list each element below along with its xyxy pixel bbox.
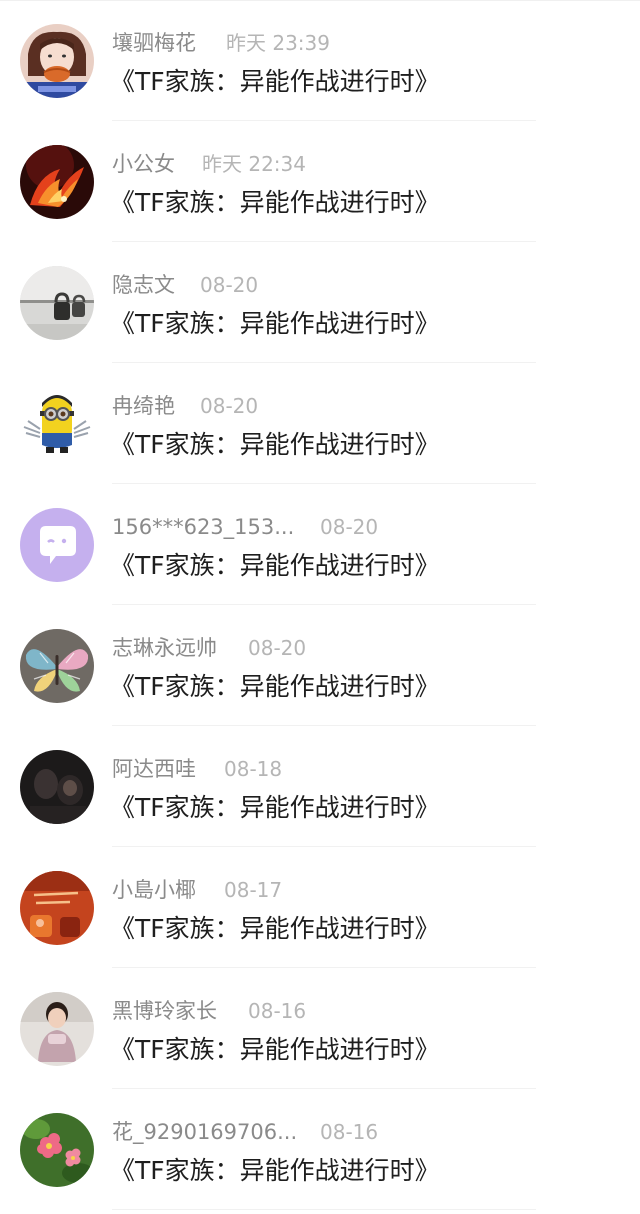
username[interactable]: 志琳永远帅 xyxy=(112,633,217,663)
comment-title[interactable]: 《TF家族：异能作战进行时》 xyxy=(110,1032,440,1068)
fire-phoenix-avatar[interactable] xyxy=(20,145,94,219)
username[interactable]: 壤驷梅花 xyxy=(112,28,196,58)
comment-title[interactable]: 《TF家族：异能作战进行时》 xyxy=(110,790,440,826)
username[interactable]: 花_9290169706... xyxy=(112,1117,297,1147)
list-item[interactable]: 小公女 昨天 22:34 《TF家族：异能作战进行时》 xyxy=(0,121,640,242)
comment-meta: 156***623_153... 08-20 xyxy=(112,512,378,542)
list-item[interactable]: 156***623_153... 08-20 《TF家族：异能作战进行时》 xyxy=(0,484,640,605)
dark-photo-avatar[interactable] xyxy=(20,750,94,824)
comment-meta: 隐志文 08-20 xyxy=(112,270,258,300)
comment-title[interactable]: 《TF家族：异能作战进行时》 xyxy=(110,306,440,342)
username[interactable]: 阿达西哇 xyxy=(112,754,196,784)
child-photo-avatar[interactable] xyxy=(20,992,94,1066)
comment-meta: 小公女 昨天 22:34 xyxy=(112,149,306,179)
comment-meta: 壤驷梅花 昨天 23:39 xyxy=(112,28,330,58)
list-item[interactable]: 隐志文 08-20 《TF家族：异能作战进行时》 xyxy=(0,242,640,363)
timestamp: 昨天 22:34 xyxy=(202,152,306,176)
comment-title[interactable]: 《TF家族：异能作战进行时》 xyxy=(110,548,440,584)
padlock-avatar[interactable] xyxy=(20,266,94,340)
comment-title[interactable]: 《TF家族：异能作战进行时》 xyxy=(110,185,440,221)
username[interactable]: 小島小椰 xyxy=(112,875,196,905)
timestamp: 08-20 xyxy=(320,515,379,539)
minion-avatar[interactable] xyxy=(20,387,94,461)
butterfly-avatar[interactable] xyxy=(20,629,94,703)
comment-meta: 小島小椰 08-17 xyxy=(112,875,282,905)
username[interactable]: 黑博玲家长 xyxy=(112,996,217,1026)
username[interactable]: 隐志文 xyxy=(112,270,175,300)
comment-meta: 阿达西哇 08-18 xyxy=(112,754,282,784)
comment-title[interactable]: 《TF家族：异能作战进行时》 xyxy=(110,669,440,705)
timestamp: 08-20 xyxy=(200,394,259,418)
girl-with-fruit-avatar[interactable] xyxy=(20,24,94,98)
comment-title[interactable]: 《TF家族：异能作战进行时》 xyxy=(110,64,440,100)
username[interactable]: 冉绮艳 xyxy=(112,391,175,421)
comment-title[interactable]: 《TF家族：异能作战进行时》 xyxy=(110,427,440,463)
timestamp: 08-18 xyxy=(224,757,283,781)
pink-flower-avatar[interactable] xyxy=(20,1113,94,1187)
comment-meta: 冉绮艳 08-20 xyxy=(112,391,258,421)
username[interactable]: 小公女 xyxy=(112,149,175,179)
comment-title[interactable]: 《TF家族：异能作战进行时》 xyxy=(110,1153,440,1189)
default-chat-bubble-avatar[interactable] xyxy=(20,508,94,582)
list-item[interactable]: 阿达西哇 08-18 《TF家族：异能作战进行时》 xyxy=(0,726,640,847)
comment-title[interactable]: 《TF家族：异能作战进行时》 xyxy=(110,911,440,947)
comment-meta: 黑博玲家长 08-16 xyxy=(112,996,306,1026)
timestamp: 08-16 xyxy=(320,1120,379,1144)
timestamp: 08-16 xyxy=(248,999,307,1023)
divider xyxy=(112,1209,536,1210)
list-item[interactable]: 黑博玲家长 08-16 《TF家族：异能作战进行时》 xyxy=(0,968,640,1089)
comment-list: 壤驷梅花 昨天 23:39 《TF家族：异能作战进行时》 小公女 昨天 22:3… xyxy=(0,0,640,1210)
red-poster-avatar[interactable] xyxy=(20,871,94,945)
list-item[interactable]: 冉绮艳 08-20 《TF家族：异能作战进行时》 xyxy=(0,363,640,484)
timestamp: 昨天 23:39 xyxy=(226,31,330,55)
timestamp: 08-20 xyxy=(248,636,307,660)
list-item[interactable]: 小島小椰 08-17 《TF家族：异能作战进行时》 xyxy=(0,847,640,968)
list-item[interactable]: 花_9290169706... 08-16 《TF家族：异能作战进行时》 xyxy=(0,1089,640,1210)
comment-meta: 花_9290169706... 08-16 xyxy=(112,1117,378,1147)
timestamp: 08-17 xyxy=(224,878,283,902)
username[interactable]: 156***623_153... xyxy=(112,512,294,542)
list-item[interactable]: 壤驷梅花 昨天 23:39 《TF家族：异能作战进行时》 xyxy=(0,0,640,121)
comment-meta: 志琳永远帅 08-20 xyxy=(112,633,306,663)
timestamp: 08-20 xyxy=(200,273,259,297)
list-item[interactable]: 志琳永远帅 08-20 《TF家族：异能作战进行时》 xyxy=(0,605,640,726)
